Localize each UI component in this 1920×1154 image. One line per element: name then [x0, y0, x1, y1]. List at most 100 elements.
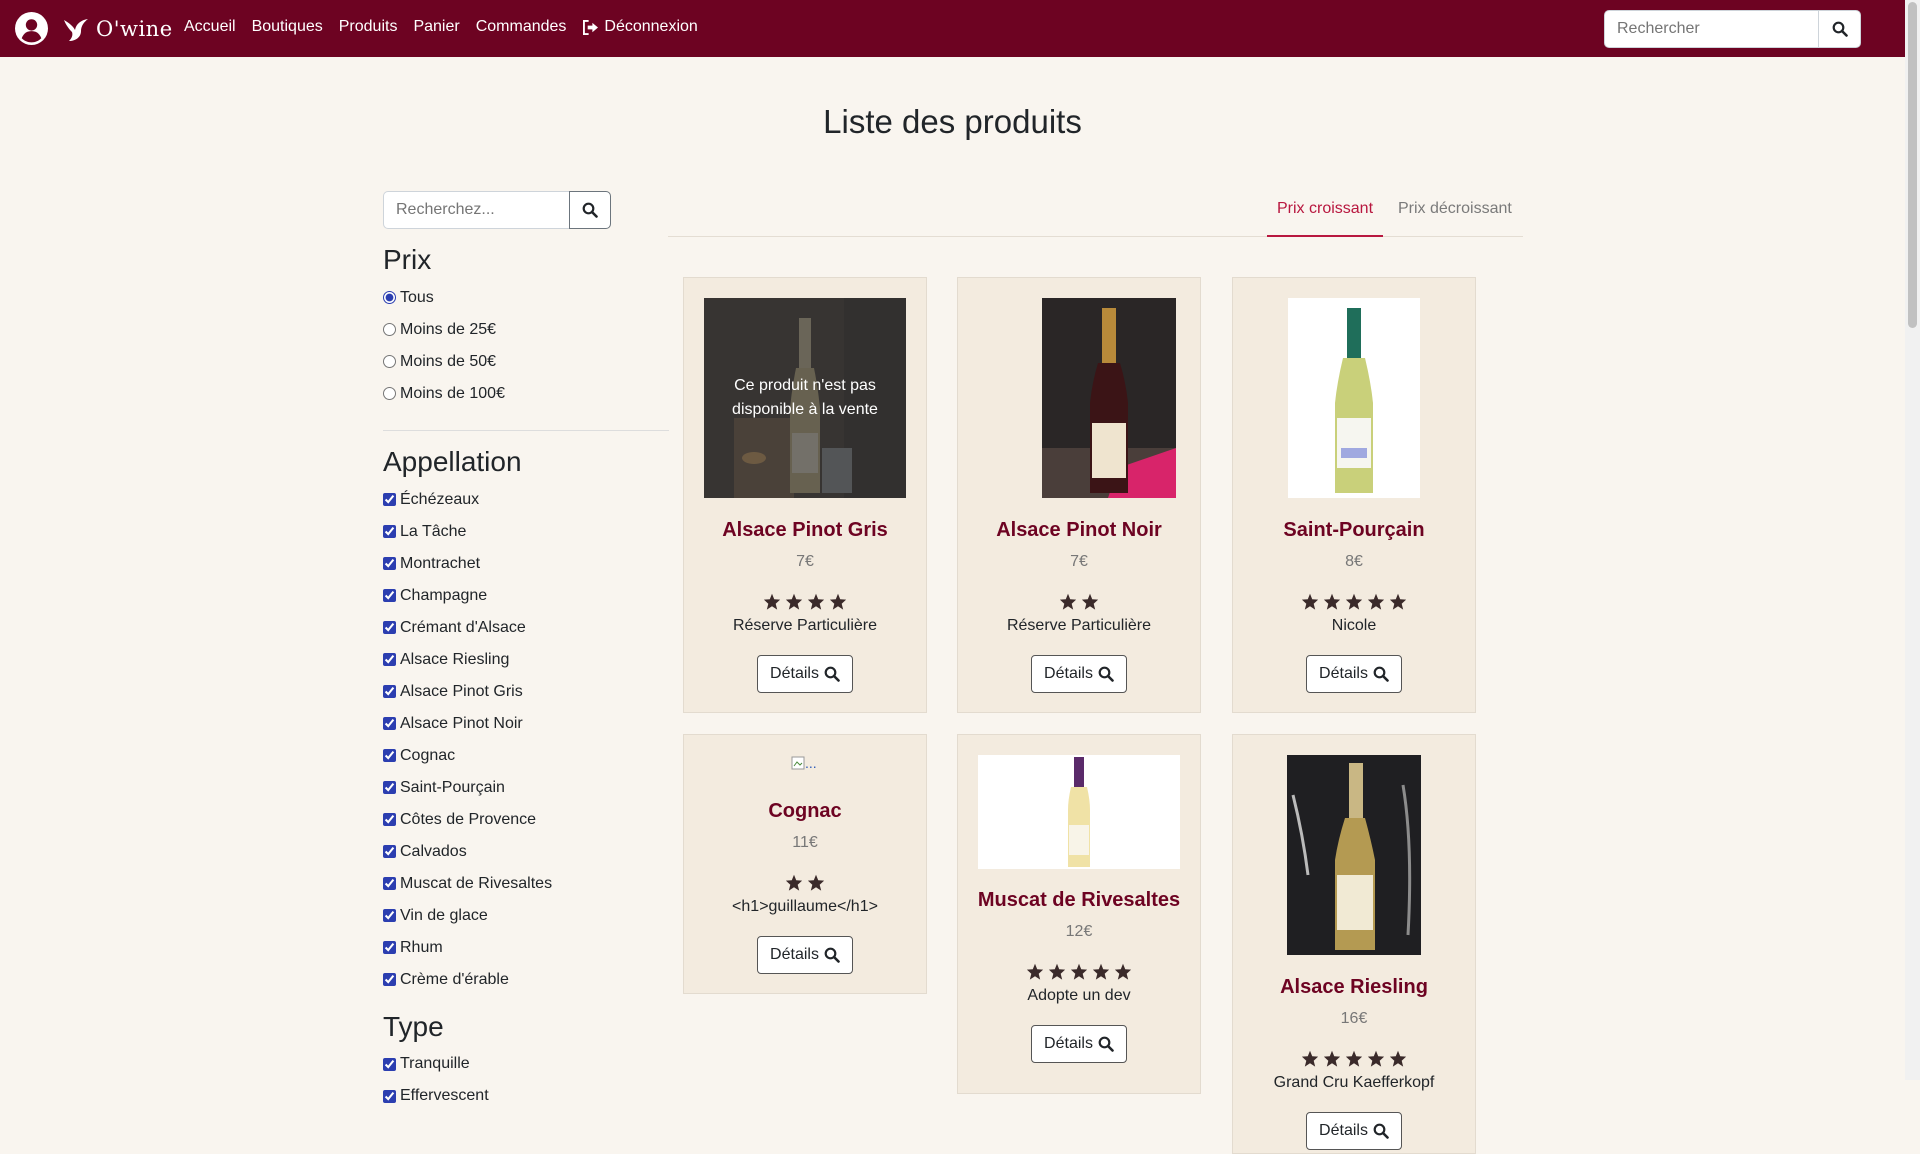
details-button[interactable]: Détails	[1031, 655, 1127, 693]
nav-link-produits[interactable]: Produits	[339, 18, 398, 36]
search-icon	[824, 947, 840, 963]
appellation-checkbox[interactable]	[383, 845, 396, 859]
appellation-option[interactable]: Rhum	[383, 932, 669, 964]
product-name[interactable]: Saint-Pourçain	[1233, 519, 1475, 542]
price-radio[interactable]	[383, 291, 396, 305]
details-label: Détails	[1044, 1035, 1093, 1052]
product-image[interactable]	[978, 298, 1180, 498]
nav-search-input[interactable]	[1604, 10, 1818, 48]
appellation-label: Alsace Pinot Gris	[400, 682, 523, 700]
appellation-checkbox[interactable]	[383, 589, 396, 603]
tab-prix-decroissant[interactable]: Prix décroissant	[1388, 182, 1522, 236]
product-seller: <h1>guillaume</h1>	[732, 898, 878, 915]
appellation-checkbox[interactable]	[383, 685, 396, 699]
product-image[interactable]	[1253, 298, 1455, 498]
price-option[interactable]: Moins de 25€	[383, 314, 669, 346]
appellation-option[interactable]: Alsace Pinot Noir	[383, 708, 669, 740]
tab-prix-croissant[interactable]: Prix croissant	[1267, 182, 1384, 237]
star-icon	[1092, 963, 1110, 980]
price-option[interactable]: Moins de 100€	[383, 378, 669, 410]
appellation-option[interactable]: Vin de glace	[383, 900, 669, 932]
price-option[interactable]: Tous	[383, 282, 669, 314]
user-avatar-icon[interactable]	[15, 12, 48, 45]
broken-image[interactable]: ...	[791, 755, 817, 771]
details-button[interactable]: Détails	[1306, 1112, 1402, 1150]
nav-link-boutiques[interactable]: Boutiques	[252, 18, 323, 36]
product-name[interactable]: Cognac	[684, 800, 926, 823]
appellation-checkbox[interactable]	[383, 557, 396, 571]
appellation-checkbox[interactable]	[383, 653, 396, 667]
appellation-label: Montrachet	[400, 554, 481, 572]
nav-link-deconnexion[interactable]: Déconnexion	[582, 18, 698, 36]
type-option[interactable]: Effervescent	[383, 1080, 669, 1112]
appellation-option[interactable]: Champagne	[383, 580, 669, 612]
product-name[interactable]: Alsace Pinot Noir	[958, 519, 1200, 542]
product-price: 8€	[1345, 553, 1363, 570]
appellation-option[interactable]: Crème d'érable	[383, 964, 669, 996]
star-icon	[1389, 593, 1407, 610]
price-option[interactable]: Moins de 50€	[383, 346, 669, 378]
appellation-checkbox[interactable]	[383, 941, 396, 955]
price-option-label: Moins de 100€	[400, 384, 505, 402]
navbar: O'wine Accueil Boutiques Produits Panier…	[0, 0, 1905, 57]
appellation-checkbox[interactable]	[383, 781, 396, 795]
appellation-checkbox[interactable]	[383, 621, 396, 635]
product-name[interactable]: Alsace Riesling	[1233, 976, 1475, 999]
price-radio[interactable]	[383, 323, 396, 337]
scrollbar-thumb[interactable]	[1908, 2, 1917, 328]
product-name[interactable]: Alsace Pinot Gris	[684, 519, 926, 542]
nav-search-button[interactable]	[1818, 10, 1861, 48]
appellation-option[interactable]: Alsace Pinot Gris	[383, 676, 669, 708]
appellation-checkbox[interactable]	[383, 717, 396, 731]
product-search-button[interactable]	[569, 191, 611, 229]
appellation-checkbox[interactable]	[383, 749, 396, 763]
appellation-filter-list: Échézeaux La Tâche Montrachet Champagne …	[383, 484, 669, 996]
product-search-input[interactable]	[383, 191, 569, 229]
price-radio[interactable]	[383, 387, 396, 401]
sort-tabs: Prix croissant Prix décroissant	[668, 182, 1523, 237]
appellation-option[interactable]: Cognac	[383, 740, 669, 772]
product-price: 12€	[1065, 923, 1093, 940]
price-option-label: Tous	[400, 288, 434, 306]
nav-link-commandes[interactable]: Commandes	[476, 18, 567, 36]
product-image[interactable]: Ce produit n'est pas disponible à la ven…	[704, 298, 906, 498]
type-filter-list: Tranquille Effervescent	[383, 1048, 669, 1112]
product-card: ... Cognac 11€ <h1>guillaume</h1> Détail…	[683, 734, 927, 994]
appellation-option[interactable]: La Tâche	[383, 516, 669, 548]
appellation-checkbox[interactable]	[383, 909, 396, 923]
product-seller: Adopte un dev	[1027, 987, 1131, 1004]
appellation-option[interactable]: Calvados	[383, 836, 669, 868]
product-name[interactable]: Muscat de Rivesaltes	[958, 889, 1200, 912]
product-seller: Réserve Particulière	[1006, 617, 1152, 634]
price-radio[interactable]	[383, 355, 396, 369]
brand-logo[interactable]: O'wine	[62, 14, 173, 44]
details-button[interactable]: Détails	[1031, 1025, 1127, 1063]
appellation-option[interactable]: Alsace Riesling	[383, 644, 669, 676]
nav-link-accueil[interactable]: Accueil	[184, 18, 236, 36]
type-option[interactable]: Tranquille	[383, 1048, 669, 1080]
details-button[interactable]: Détails	[757, 936, 853, 974]
appellation-option[interactable]: Échézeaux	[383, 484, 669, 516]
star-icon	[785, 593, 803, 610]
appellation-option[interactable]: Muscat de Rivesaltes	[383, 868, 669, 900]
appellation-checkbox[interactable]	[383, 525, 396, 539]
nav-link-panier[interactable]: Panier	[413, 18, 459, 36]
appellation-checkbox[interactable]	[383, 973, 396, 987]
appellation-option[interactable]: Crémant d'Alsace	[383, 612, 669, 644]
appellation-checkbox[interactable]	[383, 877, 396, 891]
appellation-label: Muscat de Rivesaltes	[400, 874, 553, 892]
appellation-checkbox[interactable]	[383, 493, 396, 507]
product-image[interactable]	[1253, 755, 1455, 955]
divider	[383, 429, 669, 431]
star-icon	[1081, 593, 1099, 610]
appellation-checkbox[interactable]	[383, 813, 396, 827]
type-checkbox[interactable]	[383, 1057, 396, 1071]
appellation-option[interactable]: Saint-Pourçain	[383, 772, 669, 804]
appellation-option[interactable]: Montrachet	[383, 548, 669, 580]
appellation-option[interactable]: Côtes de Provence	[383, 804, 669, 836]
type-checkbox[interactable]	[383, 1089, 396, 1103]
details-button[interactable]: Détails	[757, 655, 853, 693]
details-button[interactable]: Détails	[1306, 655, 1402, 693]
appellation-label: Alsace Riesling	[400, 650, 510, 668]
product-image[interactable]	[978, 755, 1180, 869]
